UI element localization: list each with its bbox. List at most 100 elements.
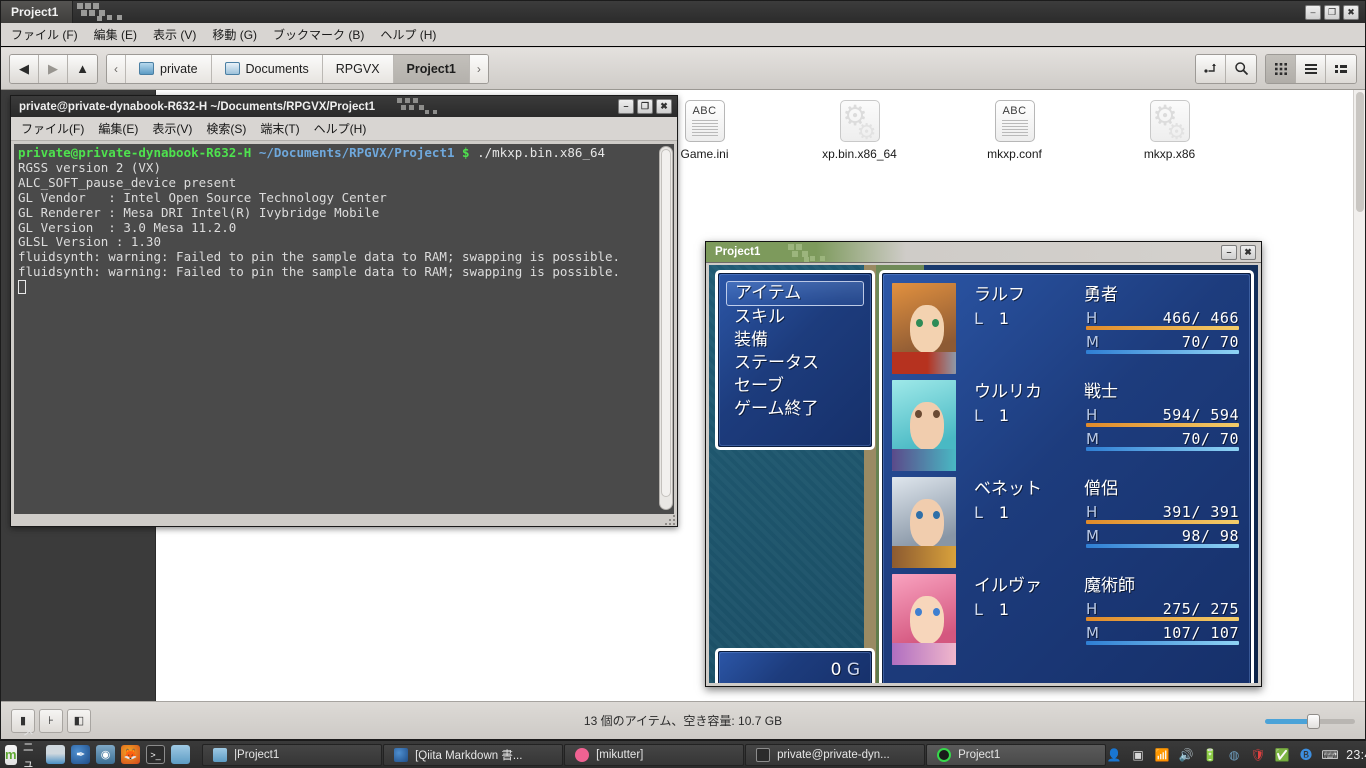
menu-file[interactable]: ファイル (F) [11,26,78,43]
menu-terminal[interactable]: 端末(T) [260,120,299,137]
location-entry-icon[interactable] [1196,54,1226,83]
bluetooth-icon[interactable]: 🅑 [1298,747,1314,763]
game-title-text: Project1 [715,246,761,258]
game-canvas[interactable]: アイテム スキル 装備 ステータス セーブ ゲーム終了 0 G ラルフ L 1 … [709,265,1258,683]
maximize-button[interactable]: ❐ [1324,4,1340,20]
level-value: 1 [998,309,1010,328]
task-button[interactable]: |Project1 [202,743,383,766]
mp-bar [1086,544,1239,548]
search-icon[interactable] [1226,54,1256,83]
party-member-row[interactable]: ベネット L1 僧侶 H 391/ 391 M 98/ 98 [892,477,1243,574]
breadcrumb-prev-button[interactable]: ‹ [107,54,126,83]
menu-edit[interactable]: 編集 (E) [94,26,137,43]
menu-file[interactable]: ファイル(F) [21,120,84,137]
hp-gauge: H 594/ 594 [1084,404,1243,428]
menu-item-equip[interactable]: 装備 [728,329,864,352]
steam-icon[interactable]: ◍ [1226,747,1242,763]
file-manager-titlebar[interactable]: Project1 – ❐ ✖ [1,1,1365,23]
window-controls[interactable]: – ❐ ✖ [1305,4,1365,20]
member-level: L1 [974,598,1084,622]
main-menu-command-window[interactable]: アイテム スキル 装備 ステータス セーブ ゲーム終了 [715,270,875,450]
menu-view[interactable]: 表示(V) [152,120,192,137]
show-desktop-icon[interactable] [46,745,66,764]
game-window-controls[interactable]: – ✖ [1221,244,1261,260]
task-button[interactable]: [Qiita Markdown 書... [383,743,564,766]
file-list-scrollbar[interactable] [1353,90,1365,701]
minimize-button[interactable]: – [1221,244,1237,260]
task-button-active[interactable]: Project1 [926,743,1107,766]
menu-item-item[interactable]: アイテム [726,281,864,306]
icon-view-icon[interactable] [1266,54,1296,83]
browser-icon[interactable]: ◉ [96,745,116,764]
compact-view-icon[interactable] [1326,54,1356,83]
game-titlebar[interactable]: Project1 – ✖ [706,242,1261,263]
terminal-scrollbar[interactable] [659,146,673,510]
breadcrumb-item-private[interactable]: private [126,54,212,83]
menu-item-save[interactable]: セーブ [728,375,864,398]
menu-help[interactable]: ヘルプ(H) [314,120,367,137]
breadcrumb-item-rpgvx[interactable]: RPGVX [322,54,394,83]
breadcrumb-next-button[interactable]: › [469,54,488,83]
menu-search[interactable]: 検索(S) [206,120,246,137]
prompt-symbol: $ [462,145,470,160]
keyboard-icon[interactable]: ⌨ [1321,747,1338,763]
firefox-icon[interactable]: 🦊 [121,745,141,764]
terminal-window-controls[interactable]: – ❐ ✖ [618,99,677,114]
terminal-titlebar[interactable]: private@private-dynabook-R632-H ~/Docume… [11,96,677,117]
menu-item-status[interactable]: ステータス [728,352,864,375]
close-button[interactable]: ✖ [656,99,672,114]
list-view-icon[interactable] [1296,54,1326,83]
terminal-icon [756,747,771,762]
minimize-button[interactable]: – [618,99,634,114]
close-button[interactable]: ✖ [1343,4,1359,20]
member-level: L1 [974,501,1084,525]
file-item[interactable]: ABC mkxp.conf [937,98,1092,173]
clock[interactable]: 23:49 [1346,748,1366,762]
user-icon[interactable]: 👤 [1106,747,1122,763]
menu-button-icon[interactable]: m [5,744,17,765]
up-icon[interactable]: ▲ [68,54,97,83]
breadcrumb-item-project1[interactable]: Project1 [393,54,470,83]
menu-help[interactable]: ヘルプ (H) [380,26,436,43]
menu-go[interactable]: 移動 (G) [212,26,257,43]
mp-bar [1086,447,1239,451]
resize-grip-icon[interactable] [663,515,675,525]
volume-icon[interactable]: 🔊 [1178,747,1194,763]
menu-bookmarks[interactable]: ブックマーク (B) [273,26,364,43]
party-member-row[interactable]: イルヴァ L1 魔術師 H 275/ 275 M 107/ 107 [892,574,1243,671]
back-icon[interactable]: ◀ [10,54,39,83]
terminal-window: private@private-dynabook-R632-H ~/Docume… [10,95,678,527]
file-item[interactable]: xp.bin.x86_64 [782,98,937,173]
terminal-output[interactable]: private@private-dynabook-R632-H ~/Docume… [14,144,674,514]
gold-value: 0 [830,660,842,680]
slider-knob[interactable] [1307,713,1320,729]
party-member-row[interactable]: ウルリカ L1 戦士 H 594/ 594 M 70/ 70 [892,380,1243,477]
party-member-row[interactable]: ラルフ L1 勇者 H 466/ 466 M 70/ 70 [892,283,1243,380]
close-button[interactable]: ✖ [1240,244,1256,260]
update-ok-icon[interactable]: ✅ [1274,747,1290,763]
wifi-icon[interactable]: 📶 [1154,747,1170,763]
zoom-slider[interactable] [1265,713,1355,729]
menu-edit[interactable]: 編集(E) [98,120,138,137]
menu-item-quit[interactable]: ゲーム終了 [728,398,864,421]
menu-view[interactable]: 表示 (V) [153,26,196,43]
task-label: [mikutter] [596,748,644,761]
files-icon[interactable] [171,745,191,764]
terminal-icon[interactable]: >_ [146,745,166,764]
mint-web-icon[interactable]: ✒ [71,745,91,764]
minimize-button[interactable]: – [1305,4,1321,20]
screenshot-icon[interactable]: ▣ [1130,747,1146,763]
menu-item-skill[interactable]: スキル [728,306,864,329]
eye [933,511,940,519]
member-name: ウルリカ [974,382,1042,402]
shield-icon[interactable]: 🛡 [1250,747,1266,763]
breadcrumb-item-documents[interactable]: Documents [211,54,323,83]
forward-icon[interactable]: ▶ [39,54,68,83]
menu-button-label[interactable]: メニュー [23,723,35,768]
task-button[interactable]: private@private-dyn... [745,743,926,766]
battery-icon[interactable]: 🔋 [1202,747,1218,763]
maximize-button[interactable]: ❐ [637,99,653,114]
task-label: Project1 [958,748,1001,761]
task-button[interactable]: [mikutter] [564,743,745,766]
file-item[interactable]: mkxp.x86 [1092,98,1247,173]
